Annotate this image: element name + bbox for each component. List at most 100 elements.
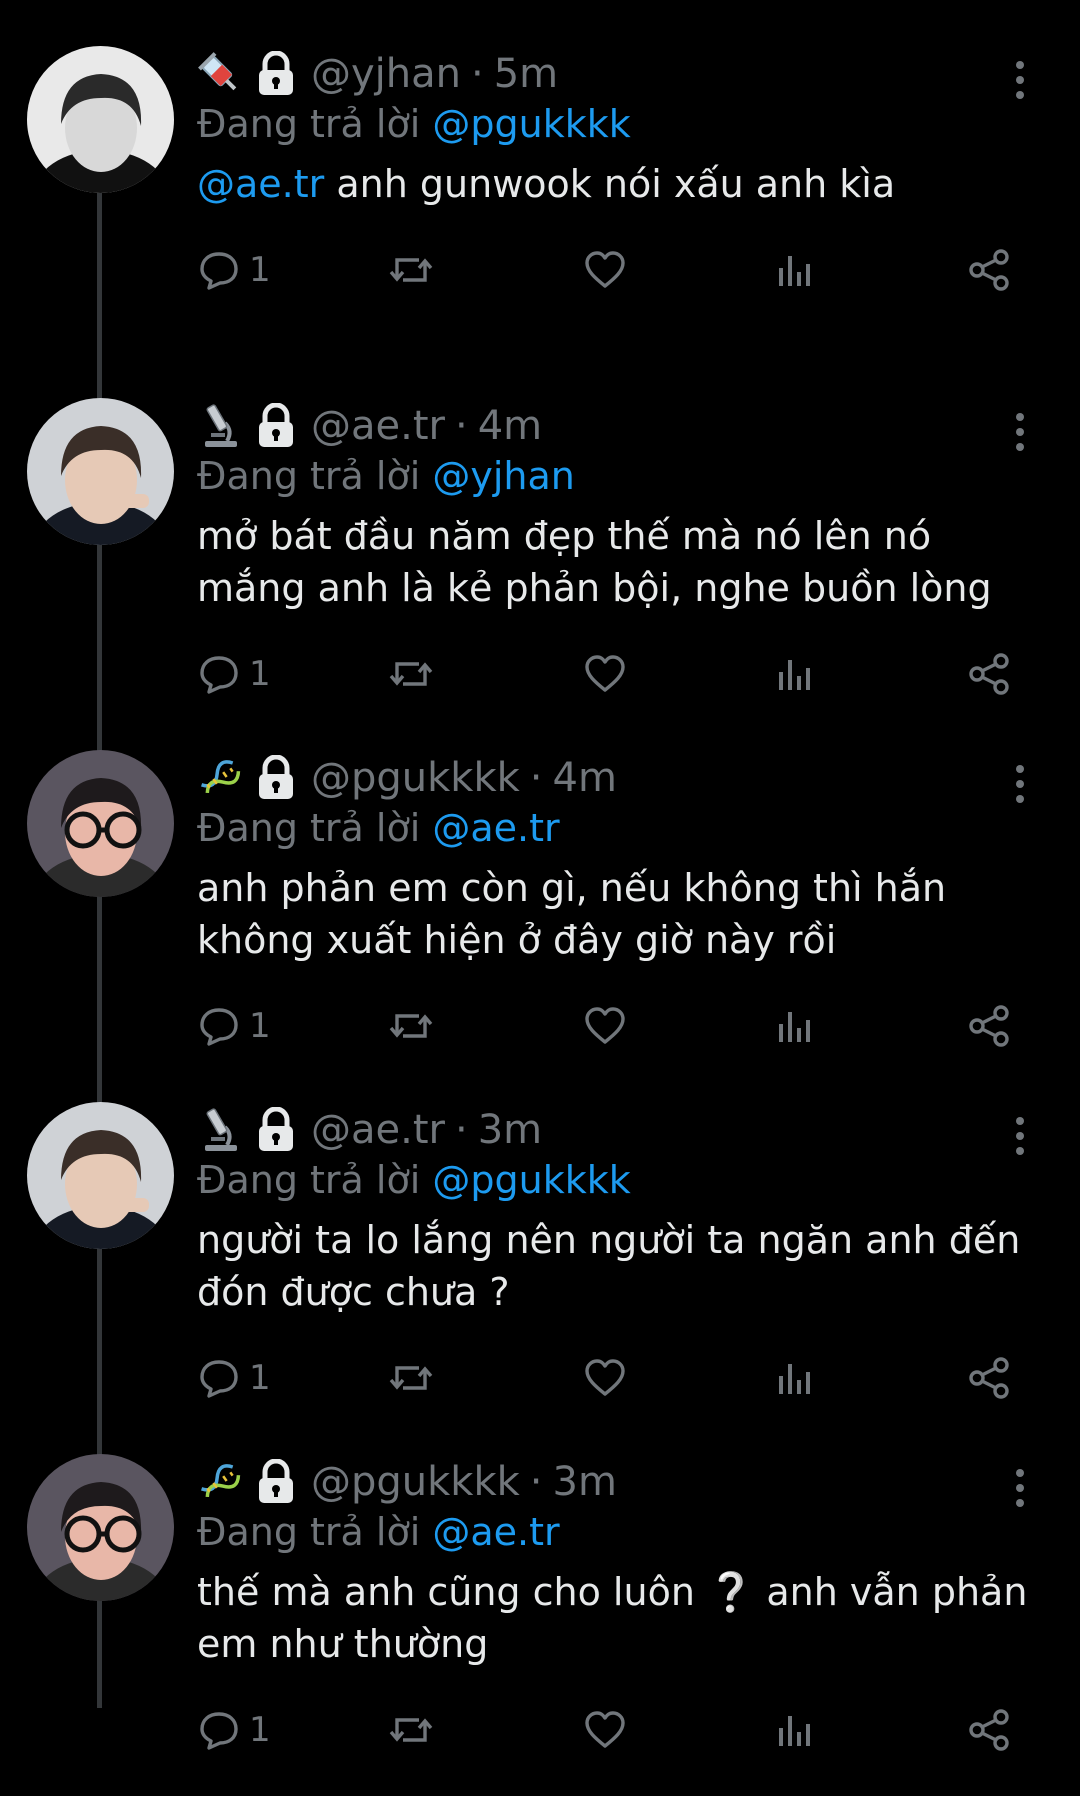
share-icon [967,652,1011,696]
reply-count: 1 [249,1358,271,1398]
timestamp[interactable]: 5m [494,51,558,97]
views-button[interactable] [775,648,815,700]
replying-to-label: Đang trả lời [197,102,421,146]
tweet-text: @ae.tr anh gunwook nói xấu anh kìa [197,158,1047,210]
like-button[interactable] [583,1704,627,1756]
like-button[interactable] [583,648,627,700]
replying-to: Đang trả lời @ae.tr [197,1510,560,1554]
timestamp[interactable]: 4m [553,755,617,801]
like-button[interactable] [583,1352,627,1404]
timestamp[interactable]: 4m [478,403,542,449]
heart-icon [583,248,627,292]
avatar[interactable] [27,750,174,897]
replying-to-label: Đang trả lời [197,454,421,498]
retweet-icon [387,248,435,292]
avatar[interactable] [27,1102,174,1249]
retweet-icon [387,1356,435,1400]
retweet-icon [387,1004,435,1048]
more-options-icon[interactable] [1008,1114,1032,1158]
tweet-body-text: anh phản em còn gì, nếu không thì hắn kh… [197,866,947,962]
tweet-text: mở bát đầu năm đẹp thế mà nó lên nó mắng… [197,510,1047,614]
replying-to: Đang trả lời @ae.tr [197,806,560,850]
reply-button[interactable]: 1 [197,1704,271,1756]
share-icon [967,1004,1011,1048]
reply-icon [197,1356,241,1400]
replying-to-mention[interactable]: @pgukkkk [432,1158,630,1202]
reply-icon [197,248,241,292]
reply-count: 1 [249,250,271,290]
views-button[interactable] [775,1704,815,1756]
reply-icon [197,652,241,696]
separator-dot: · [454,1107,468,1153]
tweet[interactable]: @ae.tr · 3m Đang trả lời @pgukkkk người ta l… [0,1092,1080,1444]
dna-icon [197,1459,243,1505]
tweet-text: thế mà anh cũng cho luôn ❔ anh vẫn phản … [197,1566,1047,1670]
share-button[interactable] [967,1000,1011,1052]
more-options-icon[interactable] [1008,410,1032,454]
reply-button[interactable]: 1 [197,1352,271,1404]
user-handle[interactable]: @ae.tr [311,403,445,449]
lock-icon [255,754,297,801]
tweet[interactable]: @pgukkkk · 3m Đang trả lời @ae.tr thế mà anh… [0,1444,1080,1796]
reply-button[interactable]: 1 [197,648,271,700]
more-options-icon[interactable] [1008,1466,1032,1510]
microscope-icon [197,1107,243,1153]
reply-button[interactable]: 1 [197,1000,271,1052]
separator-dot: · [529,1459,543,1505]
heart-icon [583,1004,627,1048]
timestamp[interactable]: 3m [553,1459,617,1505]
tweet-body-text: anh gunwook nói xấu anh kìa [336,162,896,206]
reply-count: 1 [249,1006,271,1046]
replying-to-mention[interactable]: @yjhan [432,454,575,498]
share-icon [967,1708,1011,1752]
avatar[interactable] [27,1454,174,1601]
like-button[interactable] [583,1000,627,1052]
share-button[interactable] [967,1704,1011,1756]
views-icon [775,1004,815,1048]
retweet-button[interactable] [387,244,435,296]
retweet-button[interactable] [387,648,435,700]
user-handle[interactable]: @ae.tr [311,1107,445,1153]
views-button[interactable] [775,1352,815,1404]
share-icon [967,248,1011,292]
tweet-header: @ae.tr · 4m [197,398,542,454]
mention-link[interactable]: @ae.tr [197,162,324,206]
share-button[interactable] [967,648,1011,700]
retweet-icon [387,652,435,696]
replying-to-mention[interactable]: @ae.tr [432,806,559,850]
retweet-button[interactable] [387,1000,435,1052]
share-button[interactable] [967,1352,1011,1404]
user-handle[interactable]: @pgukkkk [311,755,520,801]
avatar[interactable] [27,398,174,545]
timestamp[interactable]: 3m [478,1107,542,1153]
views-button[interactable] [775,1000,815,1052]
avatar[interactable] [27,46,174,193]
more-options-icon[interactable] [1008,762,1032,806]
more-options-icon[interactable] [1008,58,1032,102]
views-icon [775,248,815,292]
tweet-header: @pgukkkk · 3m [197,1454,617,1510]
syringe-icon [197,51,243,97]
reply-button[interactable]: 1 [197,244,271,296]
views-icon [775,1708,815,1752]
retweet-button[interactable] [387,1704,435,1756]
retweet-button[interactable] [387,1352,435,1404]
replying-to-mention[interactable]: @ae.tr [432,1510,559,1554]
like-button[interactable] [583,244,627,296]
tweet-text: anh phản em còn gì, nếu không thì hắn kh… [197,862,1047,966]
share-button[interactable] [967,244,1011,296]
tweet[interactable]: @pgukkkk · 4m Đang trả lời @ae.tr anh phản e… [0,740,1080,1092]
action-bar: 1 [197,1704,1027,1756]
heart-icon [583,1708,627,1752]
views-button[interactable] [775,244,815,296]
heart-icon [583,1356,627,1400]
lock-icon [255,1106,297,1153]
user-handle[interactable]: @pgukkkk [311,1459,520,1505]
tweet-body-text: mở bát đầu năm đẹp thế mà nó lên nó mắng… [197,514,992,610]
tweet[interactable]: @yjhan · 5m Đang trả lời @pgukkkk @ae.tr anh… [0,36,1080,388]
tweet-body-text: người ta lo lắng nên người ta ngăn anh đ… [197,1218,1021,1314]
replying-to-mention[interactable]: @pgukkkk [432,102,630,146]
lock-icon [255,402,297,449]
user-handle[interactable]: @yjhan [311,51,461,97]
tweet[interactable]: @ae.tr · 4m Đang trả lời @yjhan mở bát đầu n… [0,388,1080,740]
